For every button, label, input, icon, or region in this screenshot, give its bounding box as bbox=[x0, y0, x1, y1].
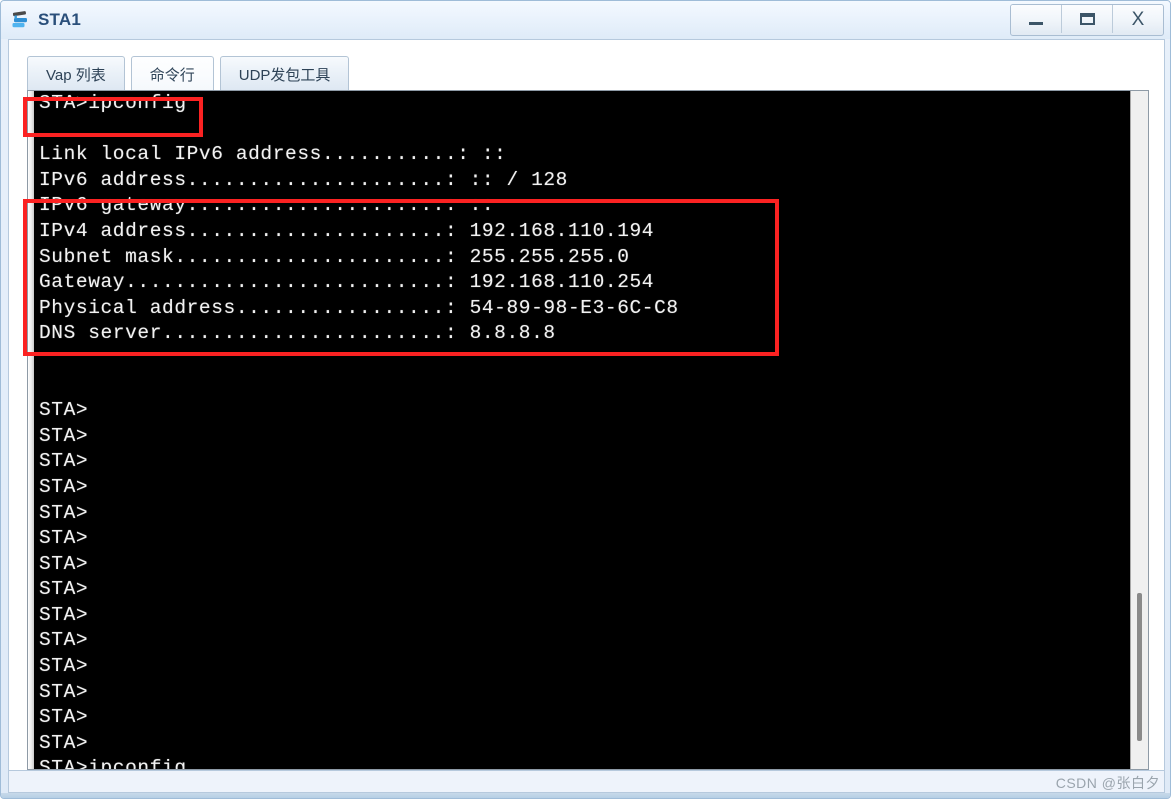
watermark-label: CSDN @张白夕 bbox=[1055, 775, 1160, 791]
tab-vap-list[interactable]: Vap 列表 bbox=[27, 56, 125, 92]
title-bar: STA1 X bbox=[1, 1, 1170, 39]
tab-vap-list-label: Vap 列表 bbox=[46, 67, 106, 84]
sta-device-icon bbox=[10, 9, 32, 31]
app-window: STA1 X Vap 列表 命令行 UDP发包工具 STA>ipconfig L… bbox=[0, 0, 1171, 799]
minimize-button[interactable] bbox=[1011, 5, 1062, 33]
tab-command-line[interactable]: 命令行 bbox=[130, 56, 214, 92]
window-controls: X bbox=[1010, 4, 1164, 36]
maximize-icon bbox=[1079, 13, 1095, 25]
status-bar bbox=[8, 771, 1165, 793]
terminal-output-text: STA>ipconfig Link local IPv6 address....… bbox=[39, 92, 679, 769]
close-button[interactable]: X bbox=[1113, 5, 1163, 33]
tab-command-line-label: 命令行 bbox=[149, 67, 195, 84]
minimize-icon bbox=[1029, 22, 1043, 25]
client-area: Vap 列表 命令行 UDP发包工具 STA>ipconfig Link loc… bbox=[8, 39, 1165, 771]
terminal-scrollbar-thumb[interactable] bbox=[1137, 592, 1142, 741]
window-title: STA1 bbox=[38, 10, 81, 29]
tab-udp-tool[interactable]: UDP发包工具 bbox=[219, 56, 350, 92]
close-icon: X bbox=[1131, 8, 1145, 30]
maximize-button[interactable] bbox=[1062, 5, 1113, 33]
terminal-output-area[interactable]: STA>ipconfig Link local IPv6 address....… bbox=[34, 91, 1148, 769]
terminal-panel[interactable]: STA>ipconfig Link local IPv6 address....… bbox=[27, 90, 1149, 770]
window-bottom-edge bbox=[1, 793, 1170, 798]
terminal-scrollbar[interactable] bbox=[1130, 91, 1148, 769]
tab-udp-tool-label: UDP发包工具 bbox=[238, 67, 331, 84]
tab-strip: Vap 列表 命令行 UDP发包工具 bbox=[27, 54, 355, 92]
